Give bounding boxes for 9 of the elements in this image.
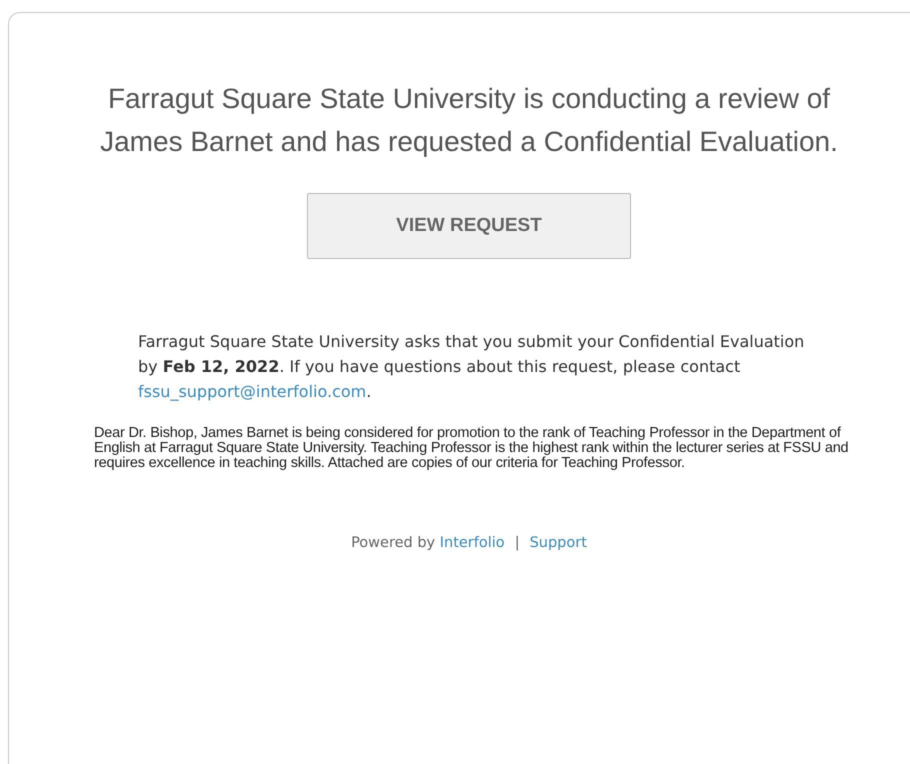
deadline-text: Farragut Square State University asks that you submit your Confidential Evaluation by Feb 12, 2022. If you have questions about this request, please contact fssu_support@interfolio.com. (138, 331, 806, 403)
support-link[interactable]: Support (530, 535, 587, 551)
view-request-button[interactable]: VIEW REQUEST (307, 193, 631, 259)
letter-text: Dear Dr. Bishop, James Barnet is being considered for promotion to the rank of Teaching Professor in the Department of English at Farragut Square State University. Teaching Professor is the highest rank within the lecturer series at FSSU and requires excellence in teaching skills. Attached are copies of our criteria for Teaching Professor. (94, 426, 850, 471)
powered-by-text: Powered by Interfolio (351, 535, 505, 551)
interfolio-link[interactable]: Interfolio (440, 535, 505, 551)
email-link[interactable]: fssu_support@interfolio.com (138, 382, 366, 401)
request-headline: Farragut Square State University is conducting a review of James Barnet and has requested a Confidential Evaluation. (99, 82, 839, 159)
footer-separator: | (514, 535, 520, 551)
